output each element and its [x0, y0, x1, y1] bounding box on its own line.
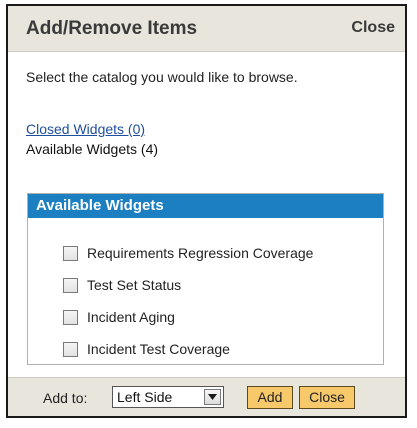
- close-link[interactable]: Close: [351, 19, 395, 37]
- add-button[interactable]: Add: [247, 386, 293, 409]
- widget-label: Incident Aging: [87, 309, 175, 325]
- add-to-select[interactable]: Left Side: [112, 386, 224, 408]
- dialog-header: Add/Remove Items Close: [8, 6, 405, 52]
- chevron-down-icon[interactable]: [204, 389, 221, 405]
- widget-checkbox[interactable]: [63, 277, 78, 293]
- available-widgets-catalog-label: Available Widgets (4): [26, 141, 159, 157]
- panel-title: Available Widgets: [28, 194, 383, 218]
- add-to-label: Add to:: [43, 390, 88, 406]
- widget-item-incident-test-coverage[interactable]: Incident Test Coverage: [63, 338, 230, 360]
- instruction-text: Select the catalog you would like to bro…: [26, 69, 298, 85]
- widget-item-requirements-regression-coverage[interactable]: Requirements Regression Coverage: [63, 242, 313, 264]
- widget-checkbox[interactable]: [63, 245, 78, 261]
- widget-label: Requirements Regression Coverage: [87, 245, 314, 261]
- widget-label: Test Set Status: [87, 277, 182, 293]
- close-button[interactable]: Close: [299, 386, 355, 409]
- add-to-select-value: Left Side: [117, 389, 173, 405]
- available-widgets-panel: Available Widgets Requirements Regressio…: [27, 193, 384, 365]
- widget-item-incident-aging[interactable]: Incident Aging: [63, 306, 175, 328]
- widget-checkbox[interactable]: [63, 309, 78, 325]
- widget-label: Incident Test Coverage: [87, 341, 230, 357]
- dialog-footer: Add to: Left Side Add Close: [8, 377, 405, 416]
- closed-widgets-link[interactable]: Closed Widgets (0): [26, 121, 145, 137]
- add-remove-items-dialog: Add/Remove Items Close Select the catalo…: [6, 4, 407, 418]
- widget-checkbox[interactable]: [63, 341, 78, 357]
- widget-item-test-set-status[interactable]: Test Set Status: [63, 274, 181, 296]
- dialog-title: Add/Remove Items: [26, 18, 198, 39]
